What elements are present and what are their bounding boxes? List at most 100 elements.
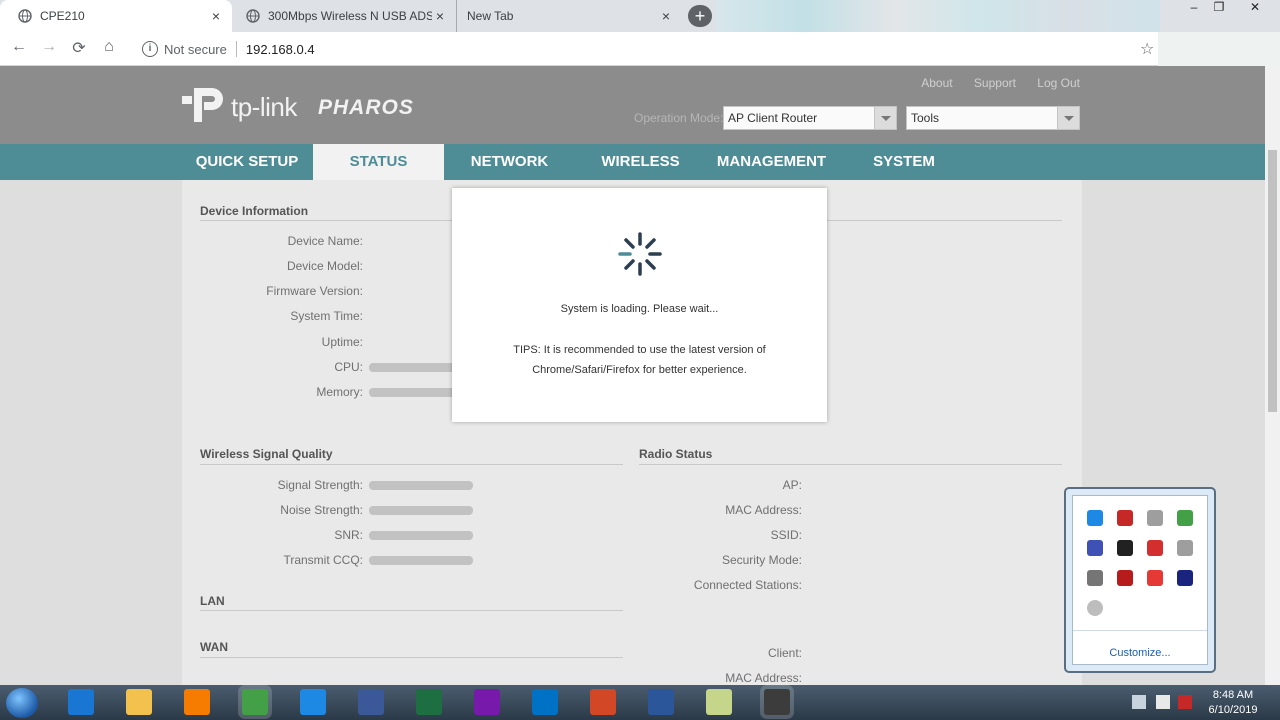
bookmark-star-icon[interactable]: ☆: [1140, 39, 1154, 59]
chevron-down-icon: [874, 107, 896, 129]
volume-icon[interactable]: [1177, 540, 1193, 556]
firmware-version-label: Firmware Version:: [266, 284, 363, 298]
close-tab-icon[interactable]: ×: [658, 8, 674, 24]
reload-icon[interactable]: ⟳: [68, 38, 90, 58]
clock-time: 8:48 AM: [1212, 689, 1254, 701]
tray-app-icon[interactable]: [1147, 570, 1163, 586]
home-icon[interactable]: ⌂: [98, 38, 120, 56]
client-label: Client:: [767, 646, 802, 660]
transmit-ccq-bar: [369, 556, 473, 565]
menu-wireless[interactable]: WIRELESS: [575, 144, 706, 180]
scrollbar-thumb[interactable]: [1268, 150, 1277, 412]
noise-strength-label: Noise Strength:: [280, 503, 363, 517]
loading-spinner-icon: [618, 232, 662, 276]
tab-cpe210[interactable]: CPE210 ×: [0, 0, 232, 32]
extensions-blur: [1158, 32, 1280, 68]
snr-bar: [369, 531, 473, 540]
new-tab-button[interactable]: +: [688, 5, 712, 27]
tools-select[interactable]: Tools: [906, 106, 1080, 130]
url-text[interactable]: 192.168.0.4: [246, 42, 315, 57]
file-explorer-icon[interactable]: [126, 689, 152, 715]
logout-link[interactable]: Log Out: [1037, 76, 1080, 90]
ssid-label: SSID:: [770, 528, 802, 542]
chrome-icon[interactable]: [242, 689, 268, 715]
facebook-icon[interactable]: [358, 689, 384, 715]
camera-app-icon[interactable]: [764, 689, 790, 715]
wan-title: WAN: [200, 640, 228, 654]
tray-app-icon[interactable]: [1087, 540, 1103, 556]
signal-bars-icon[interactable]: [1087, 570, 1103, 586]
outlook-icon[interactable]: [532, 689, 558, 715]
ap-label: AP:: [782, 478, 802, 492]
section-divider: [639, 464, 1062, 465]
tray-app-icon[interactable]: [1177, 570, 1193, 586]
tray-app-icon[interactable]: [1087, 510, 1103, 526]
close-tab-icon[interactable]: ×: [432, 8, 448, 24]
word-icon[interactable]: [648, 689, 674, 715]
about-link[interactable]: About: [921, 76, 952, 90]
support-link[interactable]: Support: [974, 76, 1016, 90]
show-hidden-icons-icon[interactable]: [1132, 695, 1146, 709]
menu-quick-setup[interactable]: QUICK SETUP: [182, 144, 312, 180]
notification-tray-popup: Customize...: [1064, 487, 1216, 673]
powerpoint-icon[interactable]: [590, 689, 616, 715]
notepad-icon[interactable]: [706, 689, 732, 715]
memory-label: Memory:: [316, 385, 363, 399]
tray-app-icon[interactable]: [1177, 510, 1193, 526]
tips-line-2: Chrome/Safari/Firefox for better experie…: [532, 364, 747, 376]
address-bar[interactable]: i Not secure 192.168.0.4: [134, 37, 1134, 61]
tray-app-icon[interactable]: [1087, 600, 1103, 616]
network-icon[interactable]: [1178, 695, 1192, 709]
globe-icon: [18, 9, 32, 23]
window-close-icon[interactable]: ✕: [1243, 0, 1267, 16]
section-divider: [200, 657, 623, 658]
connected-stations-label: Connected Stations:: [693, 578, 802, 592]
restore-icon[interactable]: ❐: [1207, 0, 1231, 16]
onenote-icon[interactable]: [474, 689, 500, 715]
internet-explorer-icon[interactable]: [68, 689, 94, 715]
tray-icon-panel: Customize...: [1072, 495, 1208, 665]
minimize-icon[interactable]: ‒: [1182, 0, 1206, 16]
main-menu: QUICK SETUP STATUS NETWORK WIRELESS MANA…: [0, 144, 1265, 180]
snr-label: SNR:: [334, 528, 363, 542]
taskbar-clock[interactable]: 8:48 AM 6/10/2019: [1198, 688, 1268, 718]
tray-app-icon[interactable]: [1117, 570, 1133, 586]
tray-app-icon[interactable]: [1117, 540, 1133, 556]
close-tab-icon[interactable]: ×: [208, 8, 224, 24]
start-button-icon[interactable]: [6, 688, 38, 718]
tools-value: Tools: [911, 111, 940, 125]
excel-icon[interactable]: [416, 689, 442, 715]
radio-status-title: Radio Status: [639, 447, 713, 461]
operation-mode-select[interactable]: AP Client Router: [723, 106, 897, 130]
tray-app-icon[interactable]: [1147, 540, 1163, 556]
back-icon[interactable]: ←: [8, 38, 30, 56]
media-player-icon[interactable]: [184, 689, 210, 715]
menu-status[interactable]: STATUS: [313, 144, 444, 180]
action-center-flag-icon[interactable]: [1156, 695, 1170, 709]
omnibox-separator: [235, 41, 237, 57]
loading-dialog: System is loading. Please wait... TIPS: …: [452, 188, 827, 422]
tray-app-icon[interactable]: [1147, 510, 1163, 526]
chrome-alt-icon[interactable]: [300, 689, 326, 715]
clock-date: 6/10/2019: [1208, 704, 1258, 716]
device-name-label: Device Name:: [287, 234, 363, 248]
customize-link[interactable]: Customize...: [1073, 647, 1207, 659]
tab-new-tab[interactable]: New Tab ×: [456, 0, 682, 32]
uptime-label: Uptime:: [321, 335, 363, 349]
tray-app-icon[interactable]: [1117, 510, 1133, 526]
wireless-signal-title: Wireless Signal Quality: [200, 447, 333, 461]
signal-strength-bar: [369, 481, 473, 490]
page-scrollbar[interactable]: [1265, 66, 1280, 685]
browser-tab-strip: CPE210 × 300Mbps Wireless N USB ADSL2 × …: [0, 0, 1280, 32]
tab-title: 300Mbps Wireless N USB ADSL2: [268, 9, 432, 23]
tp-link-logo-icon: [182, 88, 223, 122]
client-mac-label: MAC Address:: [725, 671, 802, 685]
menu-system[interactable]: SYSTEM: [837, 144, 971, 180]
tab-adsl[interactable]: 300Mbps Wireless N USB ADSL2 ×: [228, 0, 456, 32]
info-icon[interactable]: i: [142, 41, 158, 57]
transmit-ccq-label: Transmit CCQ:: [283, 553, 363, 567]
windows-taskbar: 8:48 AM 6/10/2019: [0, 685, 1280, 720]
forward-icon[interactable]: →: [38, 38, 60, 56]
menu-network[interactable]: NETWORK: [444, 144, 575, 180]
menu-management[interactable]: MANAGEMENT: [706, 144, 837, 180]
